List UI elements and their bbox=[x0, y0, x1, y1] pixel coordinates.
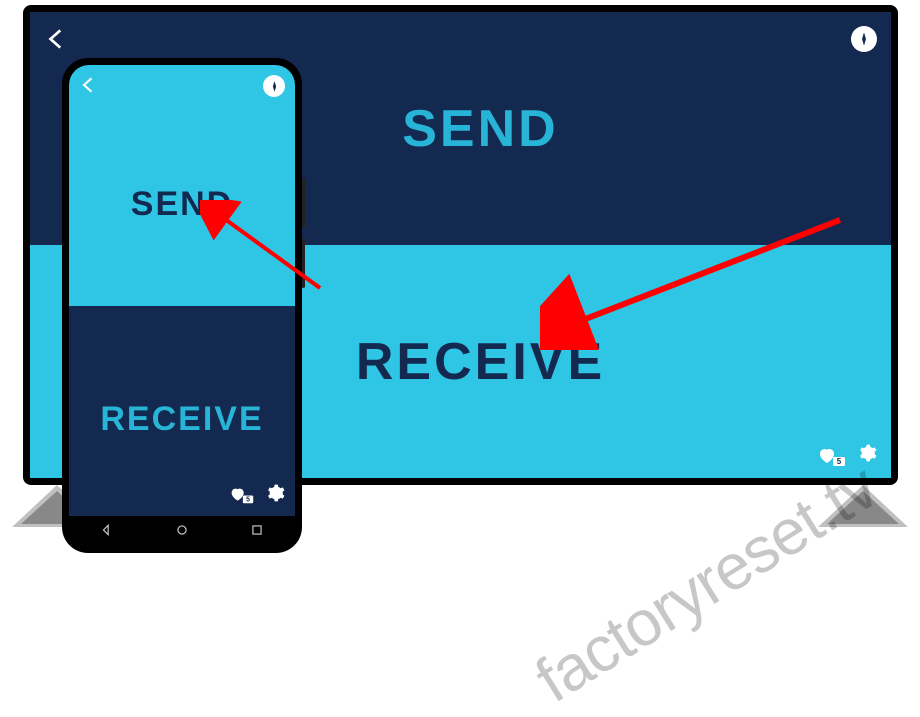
compass-icon[interactable] bbox=[263, 75, 285, 97]
watermark-text: factoryreset.tv bbox=[523, 449, 890, 717]
compass-icon[interactable] bbox=[851, 26, 877, 52]
phone-nav-bar bbox=[69, 516, 295, 546]
nav-back-icon[interactable] bbox=[100, 523, 114, 540]
nav-recent-icon[interactable] bbox=[250, 523, 264, 540]
tv-receive-label: RECEIVE bbox=[356, 332, 605, 392]
nav-home-icon[interactable] bbox=[175, 523, 189, 540]
phone-screen: SEND RECEIVE 5 bbox=[69, 65, 295, 546]
back-icon[interactable] bbox=[79, 75, 99, 101]
svg-text:5: 5 bbox=[246, 496, 250, 503]
phone-receive-label: RECEIVE bbox=[69, 400, 295, 439]
gear-icon[interactable] bbox=[265, 483, 285, 508]
phone-power-button bbox=[302, 238, 305, 288]
favorites-icon[interactable]: 5 bbox=[229, 486, 255, 506]
back-icon[interactable] bbox=[44, 26, 70, 56]
phone-volume-button bbox=[302, 178, 305, 228]
phone-device: SEND RECEIVE 5 bbox=[62, 58, 302, 553]
tv-send-label: SEND bbox=[402, 99, 558, 159]
phone-send-label: SEND bbox=[69, 185, 295, 224]
